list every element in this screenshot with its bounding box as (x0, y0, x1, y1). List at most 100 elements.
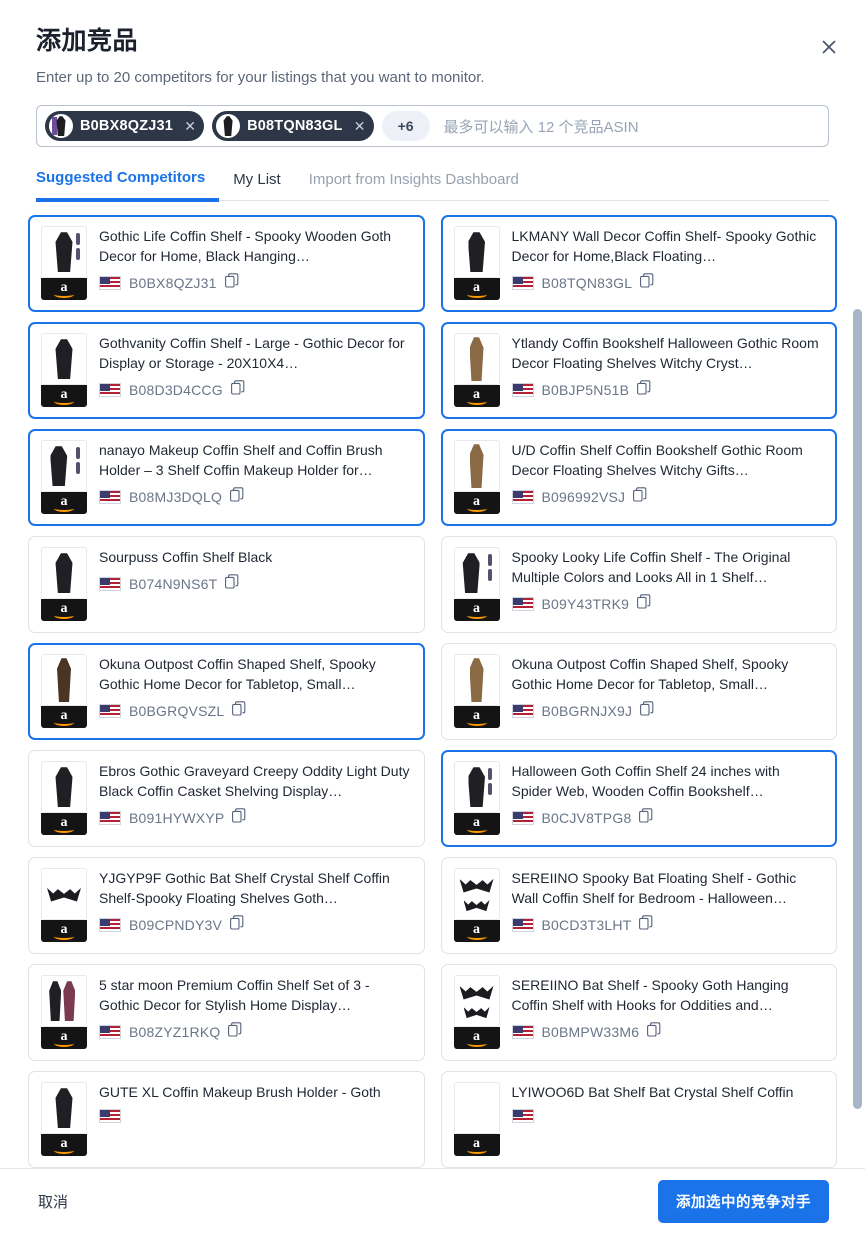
competitor-card[interactable]: a Sourpuss Coffin Shelf Black B074N9NS6T (28, 536, 425, 634)
add-competitors-modal: 添加竞品 Enter up to 20 competitors for your… (0, 0, 865, 1233)
cancel-button[interactable]: 取消 (36, 1185, 70, 1218)
competitor-card[interactable]: a LKMANY Wall Decor Coffin Shelf- Spooky … (440, 215, 837, 313)
product-image (41, 333, 87, 386)
competitor-card[interactable]: a GUTE XL Coffin Makeup Brush Holder - Go… (28, 1071, 425, 1169)
copy-icon[interactable] (224, 273, 239, 293)
copy-icon[interactable] (230, 380, 245, 400)
vertical-scrollbar[interactable] (853, 309, 862, 1168)
us-flag-icon (511, 597, 534, 611)
copy-icon[interactable] (639, 915, 653, 935)
chip-overflow-badge[interactable]: +6 (381, 111, 430, 142)
copy-icon[interactable] (647, 1022, 661, 1042)
competitor-card[interactable]: a Ytlandy Coffin Bookshelf Halloween Goth… (440, 322, 837, 420)
asin-input-field[interactable]: B0BX8QZJ31 ✕ B08TQN83GL ✕ +6 最多可以输入 12 个… (36, 105, 829, 148)
competitor-card[interactable]: a 5 star moon Premium Coffin Shelf Set of… (28, 964, 425, 1062)
competitor-card[interactable]: a nanayo Makeup Coffin Shelf and Coffin B… (28, 429, 425, 527)
product-title: LYIWOO6D Bat Shelf Bat Crystal Shelf Cof… (511, 1084, 794, 1101)
tab-suggested-competitors[interactable]: Suggested Competitors (36, 169, 220, 203)
product-thumbnail: a (41, 868, 87, 943)
copy-icon[interactable] (228, 1022, 242, 1042)
chip-asin-label: B0BX8QZJ31 (80, 118, 174, 135)
asin-chip[interactable]: B08TQN83GL ✕ (212, 111, 374, 142)
chip-product-thumbnail (216, 114, 241, 139)
competitor-card[interactable]: a YJGYP9F Gothic Bat Shelf Crystal Shelf … (28, 857, 425, 955)
copy-icon[interactable] (230, 487, 244, 507)
copy-icon[interactable] (640, 701, 654, 721)
competitor-card[interactable]: a LYIWOO6D Bat Shelf Bat Crystal Shelf Co… (440, 1071, 837, 1169)
competitor-card[interactable]: a Okuna Outpost Coffin Shaped Shelf, Spoo… (440, 643, 837, 741)
product-thumbnail: a (41, 333, 87, 408)
product-thumbnail: a (453, 226, 500, 301)
copy-icon[interactable] (640, 273, 654, 293)
product-title: LKMANY Wall Decor Coffin Shelf- Spooky G… (511, 228, 817, 265)
product-title: Halloween Goth Coffin Shelf 24 inches wi… (511, 763, 780, 800)
product-thumbnail: a (41, 1082, 87, 1157)
product-asin: B0CD3T3LHT (541, 917, 632, 933)
competitor-card[interactable]: a Okuna Outpost Coffin Shaped Shelf, Spoo… (28, 643, 425, 741)
card-body: U/D Coffin Shelf Coffin Bookshelf Gothic… (511, 440, 825, 507)
amazon-logo-icon: a (453, 492, 500, 515)
product-meta: B074N9NS6T (99, 574, 412, 594)
tab-import-from-insights-dashboard[interactable]: Import from Insights Dashboard (295, 171, 533, 200)
us-flag-icon (511, 276, 534, 290)
product-image (41, 440, 87, 493)
scrollbar-thumb[interactable] (853, 309, 862, 1110)
competitor-card[interactable]: a SEREIINO Bat Shelf - Spooky Goth Hangin… (440, 964, 837, 1062)
add-selected-competitors-button[interactable]: 添加选中的竞争对手 (658, 1179, 829, 1223)
copy-icon[interactable] (232, 701, 246, 721)
tab-my-list[interactable]: My List (219, 171, 295, 200)
copy-icon[interactable] (225, 574, 239, 594)
card-body: Spooky Looky Life Coffin Shelf - The Ori… (511, 547, 825, 614)
product-image (41, 975, 87, 1028)
copy-icon[interactable] (639, 808, 653, 828)
product-asin: B0CJV8TPG8 (541, 810, 632, 826)
product-title: nanayo Makeup Coffin Shelf and Coffin Br… (99, 442, 383, 479)
competitor-card[interactable]: a Ebros Gothic Graveyard Creepy Oddity Li… (28, 750, 425, 848)
competitor-card[interactable]: a Halloween Goth Coffin Shelf 24 inches w… (440, 750, 837, 848)
amazon-logo-icon: a (41, 278, 87, 301)
competitor-card[interactable]: a U/D Coffin Shelf Coffin Bookshelf Gothi… (440, 429, 837, 527)
product-thumbnail: a (453, 654, 500, 729)
us-flag-icon (511, 704, 534, 718)
copy-icon[interactable] (633, 487, 647, 507)
copy-icon[interactable] (230, 915, 244, 935)
product-title: Sourpuss Coffin Shelf Black (99, 549, 273, 566)
competitor-card[interactable]: a Gothvanity Coffin Shelf - Large - Gothi… (28, 322, 425, 420)
chip-remove-button[interactable]: ✕ (350, 116, 370, 136)
amazon-logo-icon: a (453, 1134, 500, 1157)
copy-icon[interactable] (232, 808, 246, 828)
competitor-card[interactable]: a Spooky Looky Life Coffin Shelf - The Or… (440, 536, 837, 634)
competitor-card[interactable]: a SEREIINO Spooky Bat Floating Shelf - Go… (440, 857, 837, 955)
product-asin: B08MJ3DQLQ (129, 489, 223, 505)
competitor-cards-grid: a Gothic Life Coffin Shelf - Spooky Woode… (28, 215, 837, 1169)
copy-icon[interactable] (637, 594, 651, 614)
tab-bar: Suggested Competitors My List Import fro… (36, 169, 829, 203)
card-body: LYIWOO6D Bat Shelf Bat Crystal Shelf Cof… (511, 1082, 825, 1124)
product-title: Gothic Life Coffin Shelf - Spooky Wooden… (99, 228, 392, 265)
amazon-logo-icon: a (41, 492, 87, 515)
modal-footer: 取消 添加选中的竞争对手 (0, 1168, 865, 1233)
chip-remove-button[interactable]: ✕ (180, 116, 200, 136)
product-thumbnail: a (453, 868, 500, 943)
product-thumbnail: a (41, 975, 87, 1050)
product-image (41, 654, 87, 707)
asin-input-placeholder[interactable]: 最多可以输入 12 个竞品ASIN (438, 116, 820, 137)
product-meta: B08ZYZ1RKQ (99, 1022, 412, 1042)
product-thumbnail: a (41, 654, 87, 729)
amazon-logo-icon: a (453, 1027, 500, 1050)
us-flag-icon (99, 577, 121, 592)
product-title: 5 star moon Premium Coffin Shelf Set of … (99, 977, 370, 1014)
card-body: Gothic Life Coffin Shelf - Spooky Wooden… (99, 226, 412, 293)
product-meta: B0BGRNJX9J (511, 701, 825, 721)
asin-chip[interactable]: B0BX8QZJ31 ✕ (45, 111, 205, 142)
product-meta: B0CJV8TPG8 (511, 808, 825, 828)
competitor-card[interactable]: a Gothic Life Coffin Shelf - Spooky Woode… (28, 215, 425, 313)
amazon-logo-icon: a (453, 920, 500, 943)
product-title: Okuna Outpost Coffin Shaped Shelf, Spook… (511, 656, 789, 693)
us-flag-icon (511, 811, 534, 825)
copy-icon[interactable] (637, 380, 651, 400)
amazon-logo-icon: a (41, 706, 87, 729)
close-button[interactable] (815, 33, 843, 61)
product-meta: B08MJ3DQLQ (99, 487, 412, 507)
us-flag-icon (99, 490, 121, 504)
